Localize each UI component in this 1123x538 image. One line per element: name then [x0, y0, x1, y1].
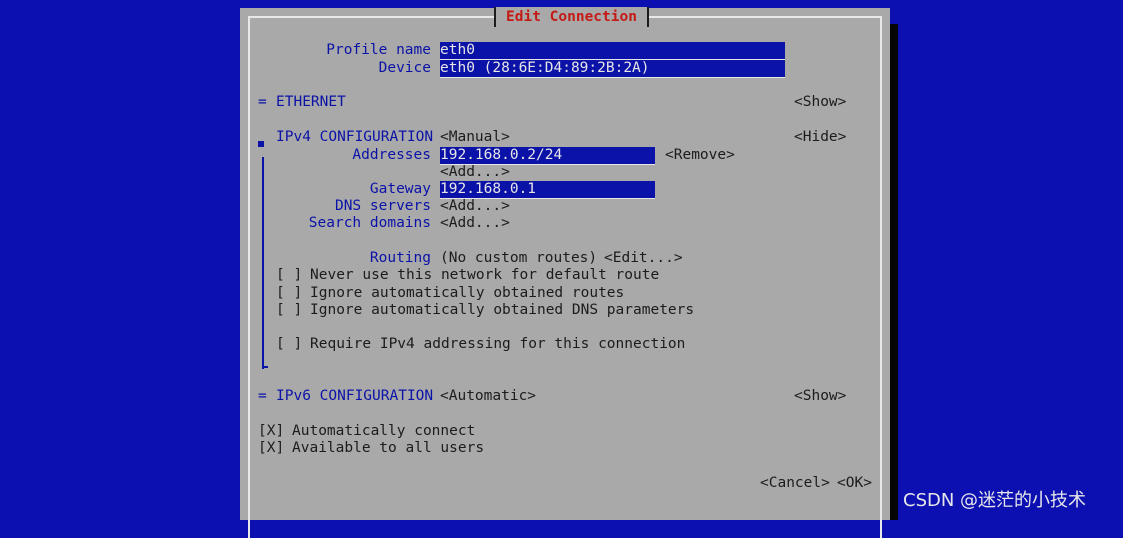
require-ipv4-label: Require IPv4 addressing for this connect…	[310, 336, 686, 352]
auto-connect-checkbox[interactable]: [X]	[258, 423, 284, 440]
gateway-label: Gateway	[369, 181, 431, 197]
auto-connect-label: Automatically connect	[292, 423, 476, 439]
ipv6-show-button[interactable]: <Show>	[794, 388, 846, 405]
ethernet-marker: =	[258, 94, 267, 110]
routing-label: Routing	[369, 250, 431, 266]
ipv4-hide-button[interactable]: <Hide>	[794, 129, 846, 146]
device-field[interactable]: eth0 (28:6E:D4:89:2B:2A)	[440, 60, 785, 78]
search-domains-label: Search domains	[308, 215, 431, 231]
routing-value: (No custom routes)	[440, 250, 598, 266]
ethernet-show-button[interactable]: <Show>	[794, 94, 846, 111]
ethernet-section-label: ETHERNET	[276, 94, 346, 110]
ipv6-marker: =	[258, 388, 267, 404]
profile-name-label: Profile name	[326, 42, 431, 58]
ipv6-section-label: IPv6 CONFIGURATION	[276, 388, 434, 404]
all-users-label: Available to all users	[292, 440, 485, 456]
ipv4-mode-dropdown[interactable]: <Manual>	[440, 129, 510, 146]
ok-button[interactable]: <OK>	[837, 475, 872, 492]
ipv6-mode-dropdown[interactable]: <Automatic>	[440, 388, 536, 405]
profile-name-field[interactable]: eth0	[440, 42, 785, 60]
ipv4-section-bracket	[262, 157, 264, 369]
require-ipv4-checkbox[interactable]: [ ]	[276, 336, 302, 353]
ipv4-section-bracket-end	[262, 366, 268, 368]
watermark-text: CSDN @迷茫的小技术	[903, 490, 1087, 511]
gateway-field[interactable]: 192.168.0.1	[440, 181, 655, 199]
all-users-checkbox[interactable]: [X]	[258, 440, 284, 457]
ipv4-section-label: IPv4 CONFIGURATION	[276, 129, 434, 145]
address-field[interactable]: 192.168.0.2/24	[440, 147, 655, 165]
never-default-route-checkbox[interactable]: [ ]	[276, 267, 302, 284]
cancel-button[interactable]: <Cancel>	[760, 475, 830, 492]
ignore-dns-label: Ignore automatically obtained DNS parame…	[310, 302, 695, 318]
device-label: Device	[378, 60, 431, 76]
dialog-title: Edit Connection	[494, 7, 649, 27]
add-address-button[interactable]: <Add...>	[440, 164, 510, 181]
addresses-label: Addresses	[352, 147, 431, 163]
ignore-routes-checkbox[interactable]: [ ]	[276, 285, 302, 302]
ignore-dns-checkbox[interactable]: [ ]	[276, 302, 302, 319]
ignore-routes-label: Ignore automatically obtained routes	[310, 285, 625, 301]
add-dns-button[interactable]: <Add...>	[440, 198, 510, 215]
ipv4-section-marker	[258, 141, 264, 147]
routing-edit-button[interactable]: <Edit...>	[604, 250, 683, 267]
add-search-domain-button[interactable]: <Add...>	[440, 215, 510, 232]
remove-address-button[interactable]: <Remove>	[665, 147, 735, 164]
edit-connection-dialog: Edit Connection Profile name eth0 Device…	[240, 7, 890, 538]
never-default-route-label: Never use this network for default route	[310, 267, 660, 283]
dns-servers-label: DNS servers	[334, 198, 431, 214]
